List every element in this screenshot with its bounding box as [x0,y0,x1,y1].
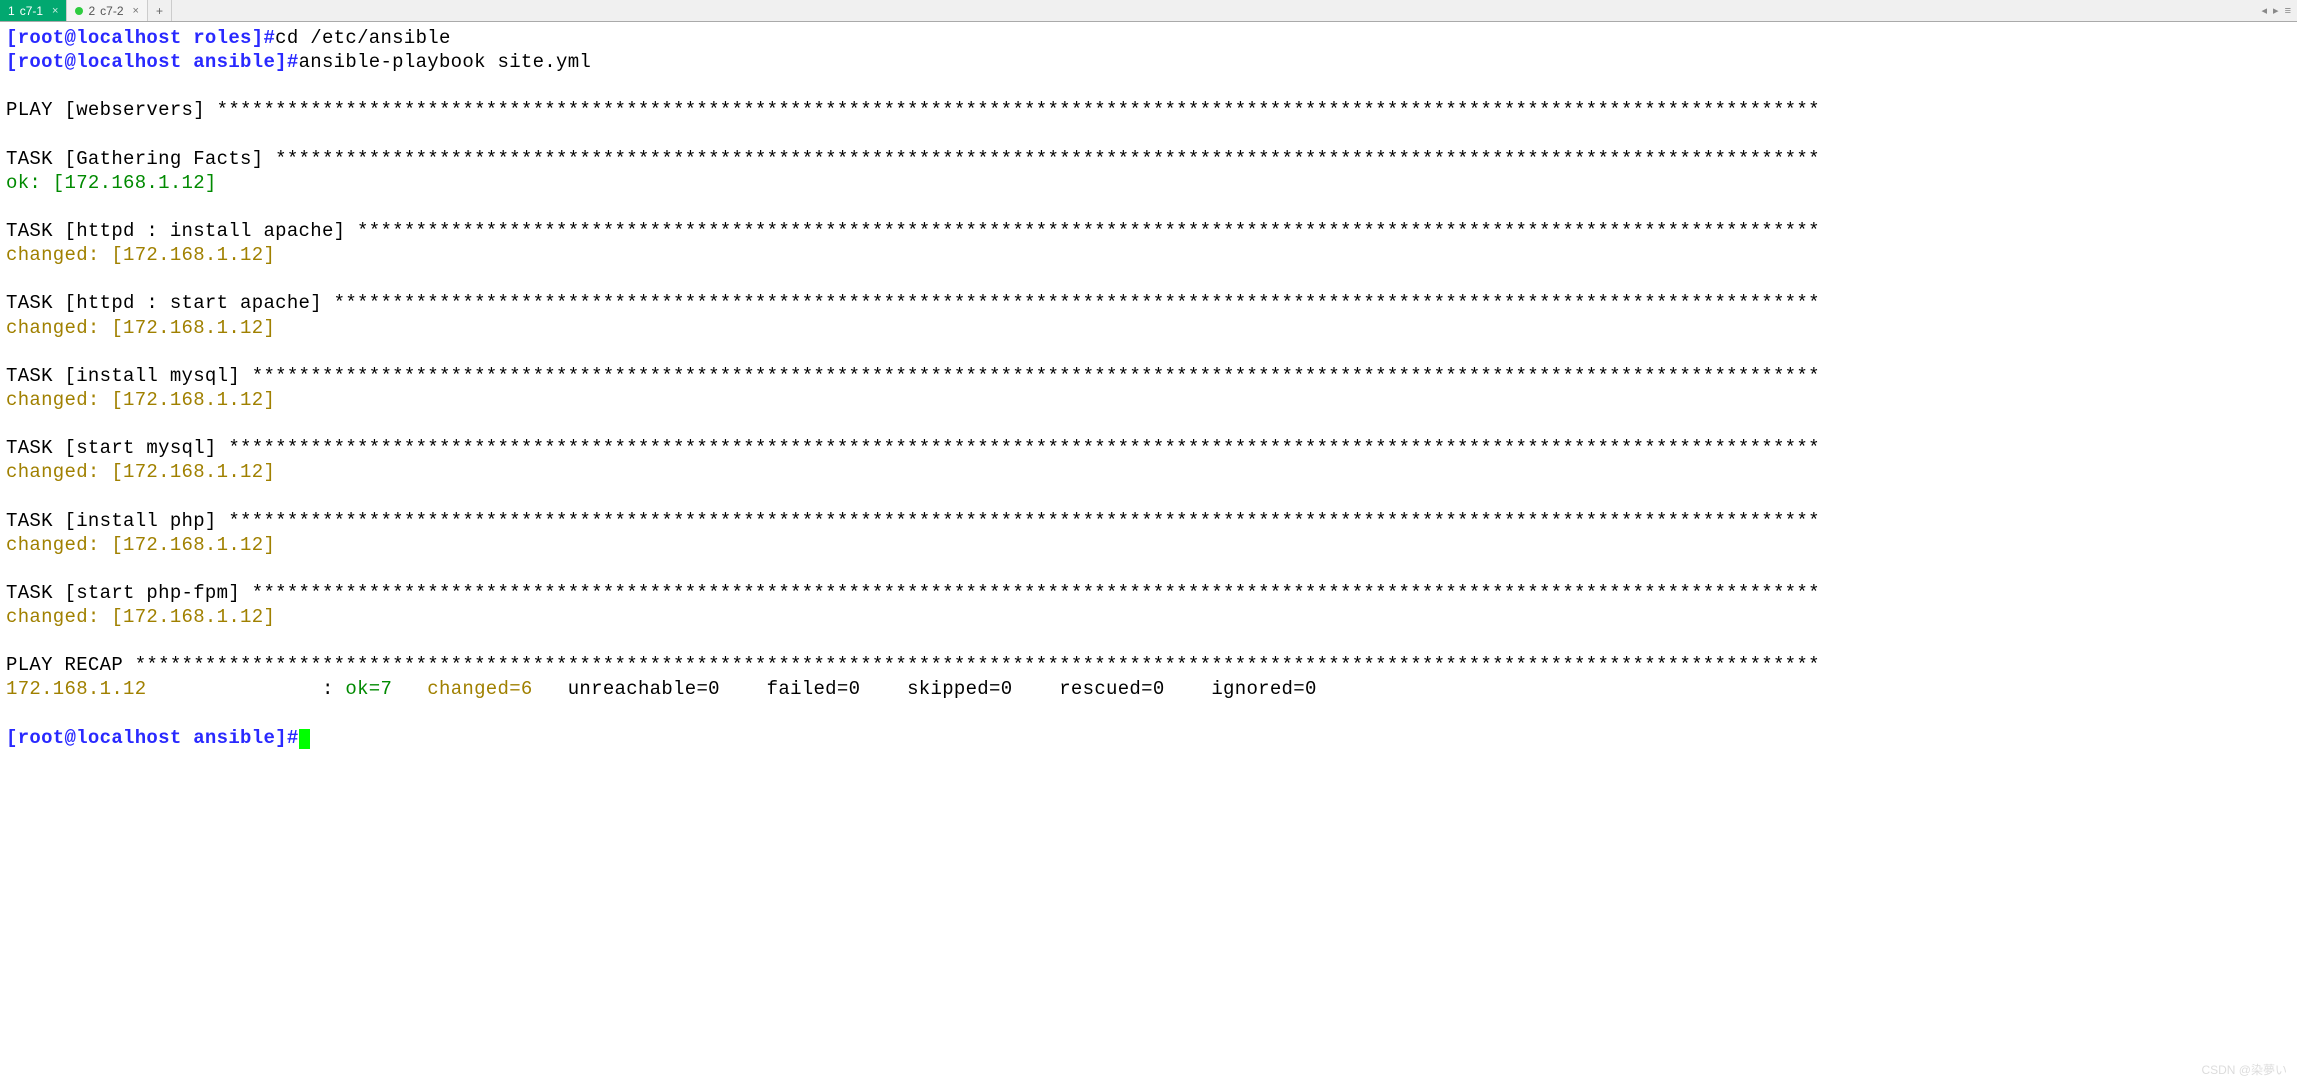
prompt-user-host: [root@localhost ansible] [6,727,287,749]
recap-ok: ok=7 [345,678,427,700]
cursor-icon [299,729,310,749]
tab-c7-2[interactable]: 2 c7-2 × [67,0,147,21]
task-status-changed: changed: [172.168.1.12] [6,244,275,266]
task-status-ok: ok: [172.168.1.12] [6,172,217,194]
tab-number: 1 [8,4,15,18]
task-status-changed: changed: [172.168.1.12] [6,389,275,411]
task-status-changed: changed: [172.168.1.12] [6,461,275,483]
prompt-hash: # [287,727,299,749]
task-header: TASK [install mysql] *******************… [6,365,1820,387]
nav-left-icon[interactable]: ◂ [2262,4,2268,17]
close-icon[interactable]: × [52,5,58,17]
prompt-user-host: [root@localhost ansible] [6,51,287,73]
recap-host: 172.168.1.12 [6,678,146,700]
tab-label: c7-2 [100,4,123,18]
nav-menu-icon[interactable]: ≡ [2285,5,2291,17]
task-status-changed: changed: [172.168.1.12] [6,606,275,628]
terminal-output[interactable]: [root@localhost roles]#cd /etc/ansible [… [0,22,2297,754]
modified-dot-icon [75,7,83,15]
close-icon[interactable]: × [133,5,139,17]
recap-sep: : [146,678,345,700]
recap-changed: changed=6 [427,678,567,700]
task-header: TASK [httpd : install apache] **********… [6,220,1820,242]
watermark-text: CSDN @染夢い [2201,1061,2287,1078]
command-text: cd /etc/ansible [275,27,451,49]
tab-bar: 1 c7-1 × 2 c7-2 × + ◂ ▸ ≡ [0,0,2297,22]
task-header: TASK [httpd : start apache] ************… [6,292,1820,314]
prompt-hash: # [263,27,275,49]
tab-label: c7-1 [20,4,43,18]
tab-c7-1[interactable]: 1 c7-1 × [0,0,67,21]
nav-right-icon[interactable]: ▸ [2273,4,2279,17]
task-header: TASK [start mysql] *********************… [6,437,1820,459]
task-header: TASK [Gathering Facts] *****************… [6,148,1820,170]
prompt-hash: # [287,51,299,73]
tab-nav: ◂ ▸ ≡ [2256,4,2297,17]
task-status-changed: changed: [172.168.1.12] [6,317,275,339]
recap-rest: unreachable=0 failed=0 skipped=0 rescued… [568,678,1317,700]
play-header: PLAY [webservers] **********************… [6,99,1820,121]
prompt-user-host: [root@localhost roles] [6,27,263,49]
task-header: TASK [install php] *********************… [6,510,1820,532]
add-tab-button[interactable]: + [148,0,172,21]
task-header: TASK [start php-fpm] *******************… [6,582,1820,604]
tab-number: 2 [88,4,95,18]
command-text: ansible-playbook site.yml [299,51,592,73]
task-status-changed: changed: [172.168.1.12] [6,534,275,556]
recap-header: PLAY RECAP *****************************… [6,654,1820,676]
